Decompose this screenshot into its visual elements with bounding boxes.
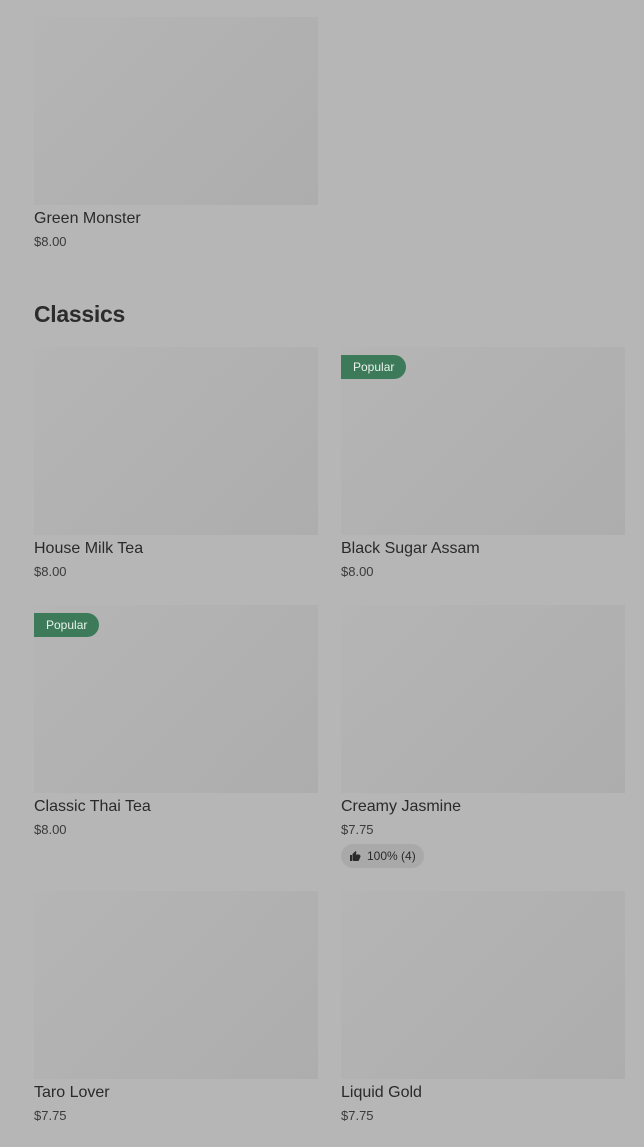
menu-item-card[interactable]: Popular Classic Thai Tea $8.00 xyxy=(34,605,318,836)
rating-text: 100% (4) xyxy=(367,849,416,863)
item-name: Liquid Gold xyxy=(341,1084,422,1101)
item-image xyxy=(341,891,625,1079)
rating-badge: 100% (4) xyxy=(341,844,424,868)
item-image: Popular xyxy=(341,347,625,535)
menu-item-card[interactable]: Green Monster $8.00 xyxy=(34,17,318,248)
item-image xyxy=(34,347,318,535)
section-title-classics: Classics xyxy=(34,301,125,327)
item-name: Taro Lover xyxy=(34,1084,110,1101)
item-price: $8.00 xyxy=(34,564,67,579)
item-image xyxy=(34,17,318,205)
popular-badge: Popular xyxy=(341,355,407,379)
item-image: Popular xyxy=(34,605,318,793)
item-price: $7.75 xyxy=(341,822,374,837)
item-name: Black Sugar Assam xyxy=(341,540,480,557)
item-name: Classic Thai Tea xyxy=(34,798,151,815)
menu-item-card[interactable]: Taro Lover $7.75 xyxy=(34,891,318,1122)
item-price: $7.75 xyxy=(341,1108,374,1123)
popular-badge: Popular xyxy=(34,613,100,637)
item-price: $7.75 xyxy=(34,1108,67,1123)
menu-item-card[interactable]: Creamy Jasmine $7.75 100% (4) xyxy=(341,605,625,868)
item-image xyxy=(341,605,625,793)
item-image xyxy=(34,891,318,1079)
menu-item-card[interactable]: Liquid Gold $7.75 xyxy=(341,891,625,1122)
item-price: $8.00 xyxy=(34,234,67,249)
item-price: $8.00 xyxy=(34,822,67,837)
menu-item-card[interactable]: Popular Black Sugar Assam $8.00 xyxy=(341,347,625,578)
thumbs-up-icon xyxy=(350,851,361,861)
item-price: $8.00 xyxy=(341,564,374,579)
item-name: House Milk Tea xyxy=(34,540,144,557)
menu-item-card[interactable]: House Milk Tea $8.00 xyxy=(34,347,318,578)
item-name: Green Monster xyxy=(34,210,141,227)
item-name: Creamy Jasmine xyxy=(341,798,462,815)
